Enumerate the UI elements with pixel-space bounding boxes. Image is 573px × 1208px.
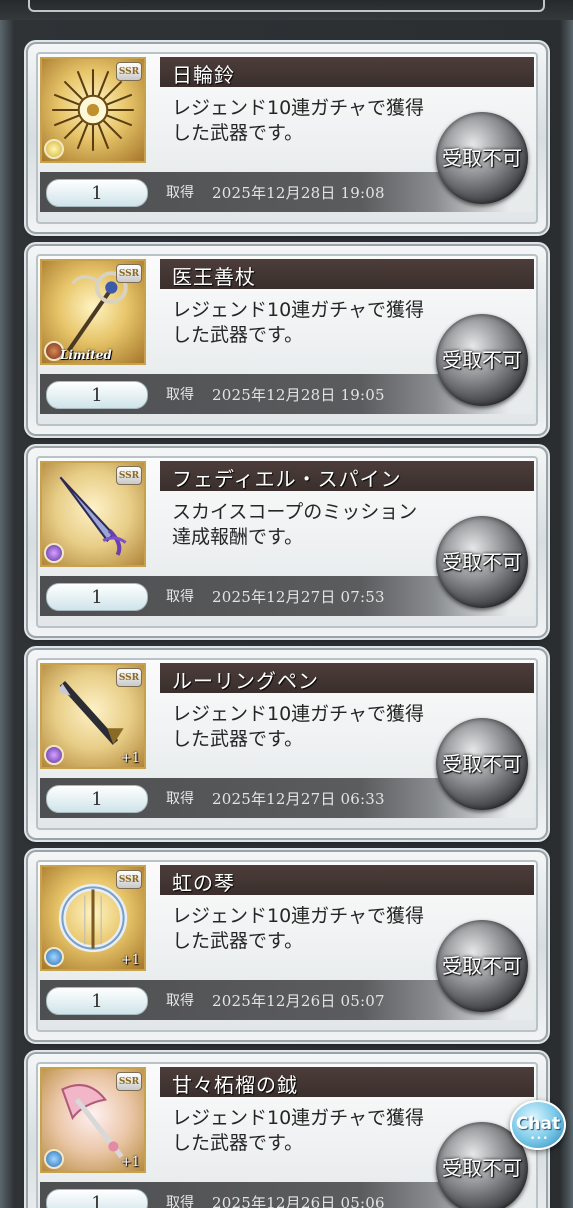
list-item: SSR Limited 医王善杖 レジェンド10連ガチャで獲得した武器です。 1… [28, 246, 546, 434]
acquired-label: 取得 [166, 185, 194, 201]
plus-level-tag: +1 [120, 1155, 140, 1170]
item-name: 日輪鈴 [172, 63, 235, 87]
limited-tag: Limited [60, 348, 112, 362]
quantity-badge: 1 [46, 583, 148, 611]
card-inner: SSR Limited 医王善杖 レジェンド10連ガチャで獲得した武器です。 1… [36, 254, 538, 426]
dark-element-icon [44, 543, 64, 563]
item-list-screen: SSR 日輪鈴 レジェンド10連ガチャで獲得した武器です。 1 取得 2025年… [0, 0, 573, 1208]
receive-button[interactable]: 受取不可 [436, 920, 528, 1012]
quantity-badge: 1 [46, 381, 148, 409]
quantity-badge: 1 [46, 987, 148, 1015]
card-inner: SSR +1 虹の琴 レジェンド10連ガチャで獲得した武器です。 1 取得 20… [36, 860, 538, 1032]
acquired-date: 2025年12月26日 05:06 [212, 1194, 385, 1208]
acquired-date: 2025年12月28日 19:08 [212, 184, 385, 202]
receive-button-label: 受取不可 [442, 1156, 522, 1180]
acquired-date: 2025年12月27日 06:33 [212, 790, 385, 808]
rarity-badge: SSR [116, 62, 142, 81]
quantity-badge: 1 [46, 179, 148, 207]
dark-element-icon [44, 745, 64, 765]
rarity-badge: SSR [116, 870, 142, 889]
rarity-badge: SSR [116, 466, 142, 485]
acquired-label: 取得 [166, 589, 194, 605]
light-element-icon [44, 139, 64, 159]
weapon-thumbnail[interactable]: SSR +1 [40, 865, 146, 971]
acquired-date: 2025年12月28日 19:05 [212, 386, 385, 404]
item-name: 医王善杖 [172, 265, 256, 289]
chat-button[interactable]: Chat ••• [510, 1100, 566, 1150]
card-inner: SSR フェディエル・スパイン スカイスコープのミッション達成報酬です。 1 取… [36, 456, 538, 628]
acquired-label: 取得 [166, 387, 194, 403]
receive-button[interactable]: 受取不可 [436, 718, 528, 810]
plus-level-tag: +1 [120, 953, 140, 968]
chat-label: Chat [515, 1114, 561, 1134]
item-title-bar: 甘々柘榴の鉞 [160, 1067, 534, 1097]
item-title-bar: 虹の琴 [160, 865, 534, 895]
acquired-label: 取得 [166, 1195, 194, 1208]
water-element-icon [44, 1149, 64, 1169]
receive-button[interactable]: 受取不可 [436, 112, 528, 204]
acquired-date: 2025年12月27日 07:53 [212, 588, 385, 606]
weapon-thumbnail[interactable]: SSR +1 [40, 1067, 146, 1173]
item-description: レジェンド10連ガチャで獲得した武器です。 [172, 299, 424, 346]
item-name: フェディエル・スパイン [172, 467, 402, 491]
receive-button[interactable]: 受取不可 [436, 314, 528, 406]
item-title-bar: 日輪鈴 [160, 57, 534, 87]
item-name: 甘々柘榴の鉞 [172, 1073, 298, 1097]
item-title-bar: フェディエル・スパイン [160, 461, 534, 491]
receive-button-label: 受取不可 [442, 146, 522, 170]
top-frame [0, 0, 573, 20]
rarity-badge: SSR [116, 668, 142, 687]
item-description: レジェンド10連ガチャで獲得した武器です。 [172, 703, 424, 750]
receive-button-label: 受取不可 [442, 752, 522, 776]
weapon-thumbnail[interactable]: SSR +1 [40, 663, 146, 769]
weapon-thumbnail[interactable]: SSR Limited [40, 259, 146, 365]
item-name: 虹の琴 [172, 871, 235, 895]
list-item: SSR フェディエル・スパイン スカイスコープのミッション達成報酬です。 1 取… [28, 448, 546, 636]
card-inner: SSR +1 ルーリングペン レジェンド10連ガチャで獲得した武器です。 1 取… [36, 658, 538, 830]
card-inner: SSR +1 甘々柘榴の鉞 レジェンド10連ガチャで獲得した武器です。 1 取得… [36, 1062, 538, 1208]
receive-button-label: 受取不可 [442, 954, 522, 978]
list-item: SSR 日輪鈴 レジェンド10連ガチャで獲得した武器です。 1 取得 2025年… [28, 44, 546, 232]
item-title-bar: ルーリングペン [160, 663, 534, 693]
item-description: レジェンド10連ガチャで獲得した武器です。 [172, 905, 424, 952]
chat-dots-icon: ••• [530, 1134, 549, 1144]
receive-button[interactable]: 受取不可 [436, 516, 528, 608]
item-description: スカイスコープのミッション達成報酬です。 [172, 501, 418, 548]
weapon-thumbnail[interactable]: SSR [40, 57, 146, 163]
acquired-label: 取得 [166, 993, 194, 1009]
water-element-icon [44, 947, 64, 967]
acquired-label: 取得 [166, 791, 194, 807]
quantity-badge: 1 [46, 785, 148, 813]
acquired-date: 2025年12月26日 05:07 [212, 992, 385, 1010]
item-title-bar: 医王善杖 [160, 259, 534, 289]
plus-level-tag: +1 [120, 751, 140, 766]
rarity-badge: SSR [116, 1072, 142, 1091]
receive-button-label: 受取不可 [442, 348, 522, 372]
quantity-badge: 1 [46, 1189, 148, 1208]
item-description: レジェンド10連ガチャで獲得した武器です。 [172, 1107, 424, 1154]
card-inner: SSR 日輪鈴 レジェンド10連ガチャで獲得した武器です。 1 取得 2025年… [36, 52, 538, 224]
list-item: SSR +1 甘々柘榴の鉞 レジェンド10連ガチャで獲得した武器です。 1 取得… [28, 1054, 546, 1208]
list-item: SSR +1 ルーリングペン レジェンド10連ガチャで獲得した武器です。 1 取… [28, 650, 546, 838]
item-name: ルーリングペン [172, 669, 319, 693]
item-description: レジェンド10連ガチャで獲得した武器です。 [172, 97, 424, 144]
weapon-thumbnail[interactable]: SSR [40, 461, 146, 567]
rarity-badge: SSR [116, 264, 142, 283]
list-item: SSR +1 虹の琴 レジェンド10連ガチャで獲得した武器です。 1 取得 20… [28, 852, 546, 1040]
receive-button-label: 受取不可 [442, 550, 522, 574]
